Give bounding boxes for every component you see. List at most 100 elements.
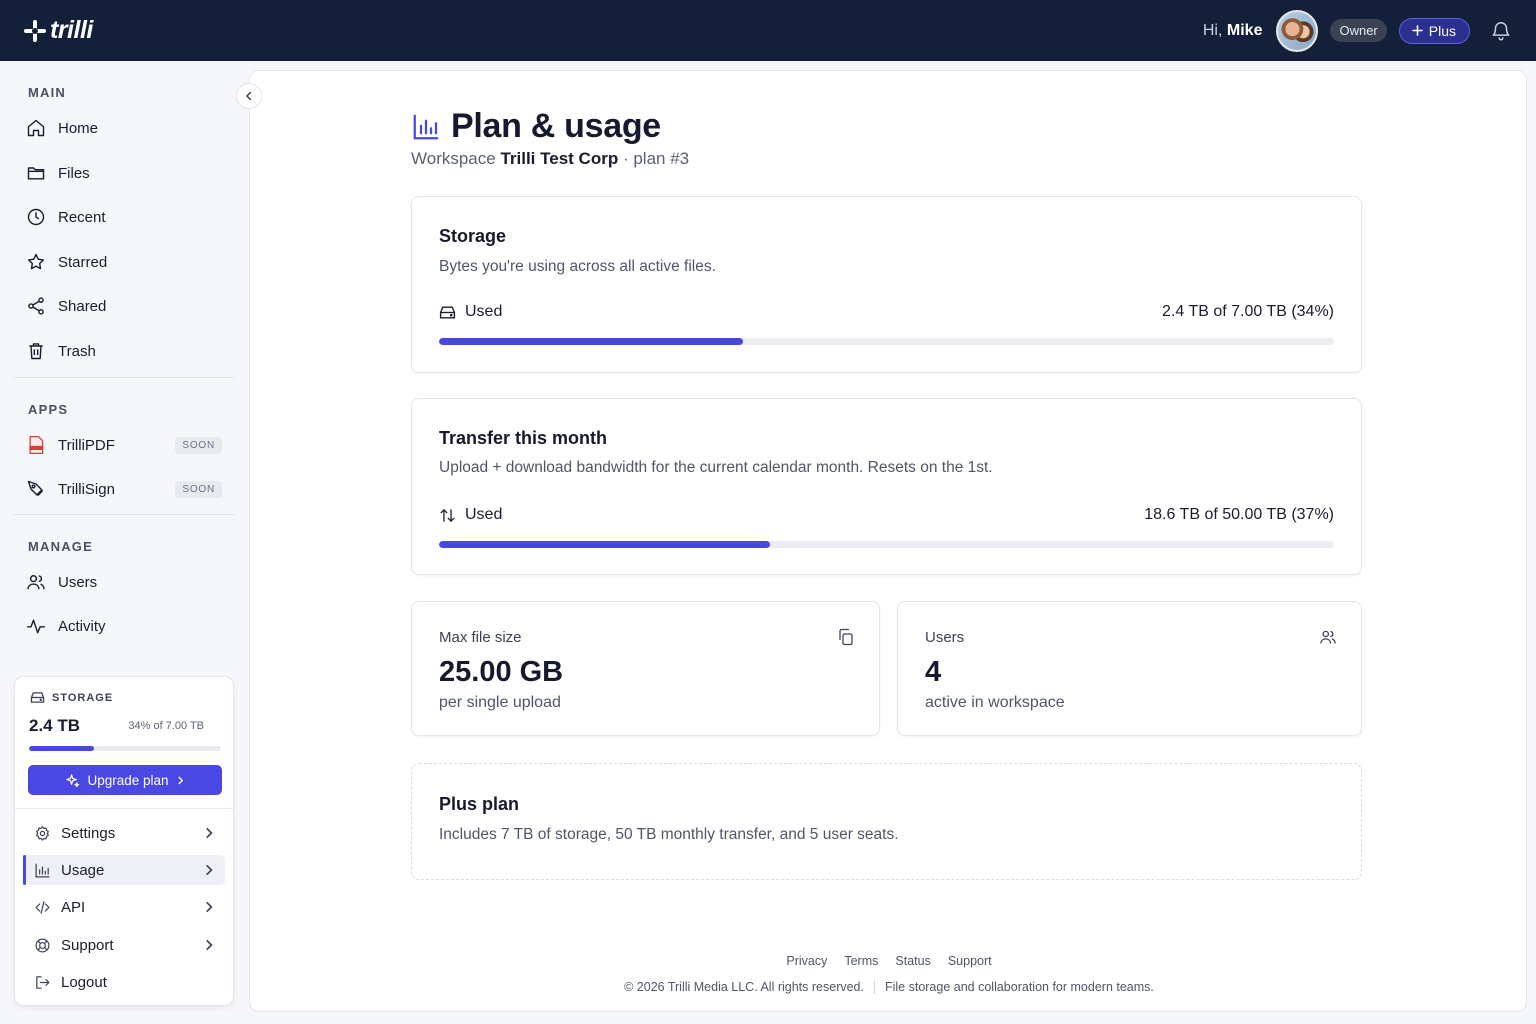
footer-copyright: © 2026 Trilli Media LLC. All rights rese… — [250, 980, 1528, 994]
plus-plan-label: Plus — [1428, 22, 1456, 39]
clock-icon — [27, 208, 45, 226]
upgrade-plan-button[interactable]: Upgrade plan — [28, 765, 222, 795]
storage-usage-row: Used 2.4 TB of 7.00 TB (34%) — [439, 303, 1334, 321]
plus-plan-card: Plus plan Includes 7 TB of storage, 50 T… — [411, 763, 1362, 880]
sidebar-divider — [14, 377, 234, 378]
plan-card-description: Includes 7 TB of storage, 50 TB monthly … — [439, 826, 899, 843]
page-title: Plan & usage — [411, 107, 661, 146]
role-badge: Owner — [1330, 19, 1387, 42]
sidebar-item-label: Home — [58, 119, 99, 137]
sidebar-item-label: Activity — [58, 617, 106, 635]
drive-icon — [30, 692, 45, 703]
collapse-sidebar-button[interactable] — [236, 83, 262, 109]
menu-item-support[interactable]: Support — [23, 930, 225, 960]
users-icon — [27, 575, 45, 590]
share-icon — [28, 297, 44, 315]
soon-badge: SOON — [175, 436, 222, 454]
footer-link-privacy[interactable]: Privacy — [786, 954, 827, 968]
storage-percent: 34% of 7.00 TB — [128, 720, 204, 732]
home-icon — [27, 119, 45, 137]
menu-item-settings[interactable]: Settings — [23, 818, 225, 848]
used-label-text: Used — [465, 303, 503, 320]
users-sub: active in workspace — [925, 694, 1065, 711]
footer-links: Privacy Terms Status Support — [250, 954, 1528, 968]
menu-item-logout[interactable]: Logout — [23, 967, 225, 997]
storage-used-label: Used — [439, 303, 502, 321]
users-icon — [1320, 630, 1336, 644]
plan-card-title: Plus plan — [439, 794, 520, 814]
sidebar-item-files[interactable]: Files — [26, 158, 226, 188]
storage-widget: STORAGE 2.4 TB 34% of 7.00 TB Upgrade pl… — [14, 676, 234, 1006]
sidebar-item-home[interactable]: Home — [26, 113, 226, 143]
storage-widget-heading-text: STORAGE — [52, 691, 114, 704]
users-card: Users 4 active in workspace — [897, 601, 1362, 736]
sidebar-item-label: Recent — [58, 208, 106, 226]
menu-item-api[interactable]: API — [23, 892, 225, 922]
trash-icon — [29, 343, 43, 360]
drive-icon — [439, 305, 456, 319]
transfer-usage-row: Used 18.6 TB of 50.00 TB (37%) — [439, 506, 1334, 524]
storage-card-description: Bytes you're using across all active fil… — [439, 258, 716, 275]
code-icon — [35, 900, 50, 914]
sidebar-item-trash[interactable]: Trash — [26, 336, 226, 366]
sidebar-item-trillipdf[interactable]: TrilliPDF SOON — [26, 430, 226, 460]
plus-plan-button[interactable]: Plus — [1398, 17, 1470, 44]
soon-badge: SOON — [175, 480, 222, 498]
menu-item-label: Usage — [61, 861, 105, 879]
storage-progress-fill — [439, 338, 744, 345]
chevron-right-icon — [206, 901, 213, 913]
max-file-size-card: Max file size 25.00 GB per single upload — [411, 601, 880, 736]
menu-item-label: Support — [61, 936, 114, 954]
activity-icon — [26, 619, 46, 634]
bar-chart-icon — [413, 114, 439, 139]
sidebar-item-starred[interactable]: Starred — [26, 247, 226, 277]
logo-text: trilli — [50, 16, 93, 44]
sidebar-item-users[interactable]: Users — [26, 567, 226, 597]
storage-card: Storage Bytes you're using across all ac… — [411, 196, 1362, 373]
sidebar-item-activity[interactable]: Activity — [26, 611, 226, 641]
page-subtitle: Workspace Trilli Test Corp · plan #3 — [411, 149, 689, 169]
section-label-apps: APPS — [28, 402, 69, 417]
plan-number: · plan #3 — [622, 149, 690, 168]
plus-icon — [1411, 25, 1423, 36]
menu-item-label: Logout — [61, 973, 107, 991]
transfer-arrows-icon — [440, 508, 455, 522]
workspace-name: Trilli Test Corp — [500, 149, 619, 168]
main-panel: Plan & usage Workspace Trilli Test Corp … — [249, 70, 1527, 1012]
sidebar-item-label: Starred — [58, 253, 108, 271]
storage-progress-fill — [29, 746, 95, 751]
signature-icon — [27, 480, 44, 497]
footer-separator — [873, 980, 875, 994]
storage-amount: 2.4 TB — [29, 716, 81, 735]
transfer-progress-bar — [439, 541, 1334, 548]
users-value: 4 — [925, 656, 942, 688]
greeting: Hi, Mike — [1203, 22, 1263, 40]
used-label-text: Used — [465, 506, 503, 523]
menu-item-usage[interactable]: Usage — [23, 855, 225, 885]
star-icon — [27, 253, 45, 270]
user-name: Mike — [1226, 21, 1263, 39]
pdf-icon — [29, 436, 44, 454]
bell-icon[interactable] — [1490, 20, 1512, 42]
chevron-right-icon — [206, 827, 213, 839]
storage-card-title: Storage — [439, 226, 507, 246]
trilli-logo[interactable]: trilli — [24, 16, 93, 45]
storage-widget-heading: STORAGE — [30, 691, 113, 704]
footer-link-status[interactable]: Status — [895, 954, 930, 968]
sidebar-item-shared[interactable]: Shared — [26, 291, 226, 321]
sidebar-item-label: TrilliSign — [58, 480, 115, 498]
transfer-card-title: Transfer this month — [439, 428, 608, 448]
user-avatar[interactable] — [1276, 9, 1319, 52]
sidebar-item-recent[interactable]: Recent — [26, 202, 226, 232]
logout-icon — [36, 975, 50, 989]
section-label-main: MAIN — [28, 85, 67, 100]
max-file-size-sub: per single upload — [439, 694, 561, 711]
footer-link-terms[interactable]: Terms — [844, 954, 878, 968]
max-file-size-label: Max file size — [439, 629, 522, 646]
sidebar-item-trillisign[interactable]: TrilliSign SOON — [26, 474, 226, 504]
footer-link-support[interactable]: Support — [948, 954, 992, 968]
chevron-right-icon — [178, 776, 183, 784]
transfer-card: Transfer this month Upload + download ba… — [411, 398, 1362, 575]
copyright-text: © 2026 Trilli Media LLC. All rights rese… — [624, 980, 864, 994]
menu-item-label: API — [61, 898, 86, 916]
